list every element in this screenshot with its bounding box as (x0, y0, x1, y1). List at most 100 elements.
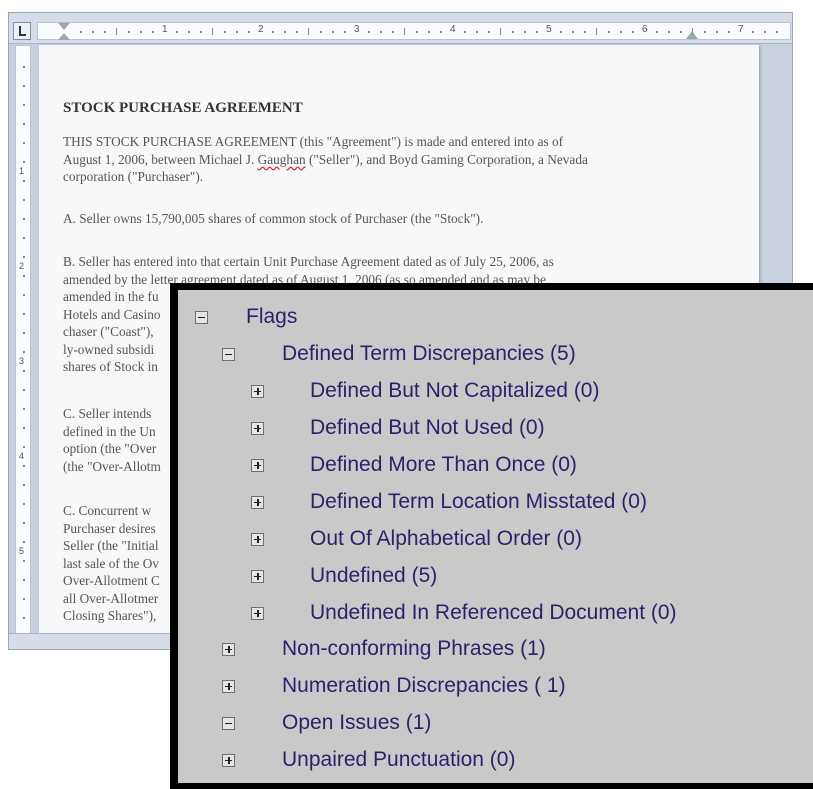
ruler-tick (23, 617, 25, 619)
ruler-tick (320, 31, 322, 33)
tree-node-flags[interactable]: Flags (195, 302, 297, 332)
horizontal-ruler[interactable]: 1 2 3 4 5 6 7 (37, 22, 791, 40)
ruler-tick (92, 31, 94, 33)
ruler-tick (152, 31, 154, 33)
tree-node-label: Defined But Not Used (0) (310, 416, 545, 439)
tree-node-label: Unpaired Punctuation (0) (282, 748, 516, 771)
ruler-tick (23, 180, 25, 182)
ruler-tick (23, 370, 25, 372)
paragraph-line: THIS STOCK PURCHASE AGREEMENT (this "Agr… (63, 134, 564, 149)
flags-panel-frame: Flags Defined Term Discrepancies (5) Def… (170, 283, 813, 789)
ruler-tick (212, 28, 213, 35)
vertical-ruler-number: 3 (19, 356, 25, 366)
ruler-tick (380, 31, 382, 33)
collapse-icon[interactable] (195, 310, 208, 324)
tree-node-non-conforming-phrases[interactable]: Non-conforming Phrases (1) (222, 634, 546, 664)
ruler-tick (464, 31, 466, 33)
ruler-tick (140, 31, 142, 33)
paragraph-line: B. Seller has entered into that certain … (63, 254, 554, 269)
tree-node-undefined-in-referenced-document[interactable]: Undefined In Referenced Document (0) (251, 598, 677, 628)
tree-node-label: Defined But Not Capitalized (0) (310, 379, 600, 402)
ruler-tick (23, 351, 25, 353)
tree-node-defined-but-not-capitalized[interactable]: Defined But Not Capitalized (0) (251, 376, 599, 406)
expand-icon[interactable] (222, 642, 235, 656)
hanging-indent-marker[interactable] (58, 33, 70, 40)
expand-icon[interactable] (251, 532, 264, 546)
tree-node-label: Undefined In Referenced Document (0) (310, 601, 677, 624)
ruler-tick (23, 484, 25, 486)
ruler-tick (23, 142, 25, 144)
ruler-tick (440, 31, 442, 33)
ruler-tick (752, 31, 754, 33)
text-run: August 1, 2006, between Michael J. (63, 151, 258, 167)
expand-icon[interactable] (222, 679, 235, 693)
first-line-indent-marker[interactable] (58, 23, 70, 30)
ruler-tick (368, 31, 370, 33)
ruler-tick (200, 31, 202, 33)
tree-node-label: Numeration Discrepancies ( 1) (282, 674, 566, 697)
tree-node-unpaired-punctuation[interactable]: Unpaired Punctuation (0) (222, 745, 515, 775)
ruler-tick (596, 28, 597, 35)
ruler-tick (716, 31, 718, 33)
ruler-tick (23, 85, 25, 87)
ruler-tick (23, 294, 25, 296)
ruler-tick (23, 465, 25, 467)
tree-node-defined-more-than-once[interactable]: Defined More Than Once (0) (251, 450, 577, 480)
ruler-tick (344, 31, 346, 33)
expand-icon[interactable] (251, 384, 264, 398)
ruler-tick (620, 31, 622, 33)
tree-node-label: Undefined (5) (310, 564, 438, 587)
ruler-number: 5 (546, 24, 552, 35)
ruler-tick (776, 31, 778, 33)
ruler-tick (404, 28, 405, 35)
ruler-tick (23, 389, 25, 391)
ruler-tick (188, 31, 190, 33)
expand-icon[interactable] (251, 569, 264, 583)
collapse-icon[interactable] (222, 347, 235, 361)
ruler-tick (584, 31, 586, 33)
ruler-tick (23, 408, 25, 410)
ruler-tick (104, 31, 106, 33)
ruler-tick (23, 446, 25, 448)
ruler-tick (23, 256, 25, 258)
tree-node-defined-term-discrepancies[interactable]: Defined Term Discrepancies (5) (222, 339, 576, 369)
ruler-tick (23, 237, 25, 239)
ruler-tick (224, 31, 226, 33)
expand-icon[interactable] (222, 753, 235, 767)
paragraph-intro: THIS STOCK PURCHASE AGREEMENT (this "Agr… (63, 133, 723, 186)
ruler-tick (704, 31, 706, 33)
tree-node-out-of-alphabetical-order[interactable]: Out Of Alphabetical Order (0) (251, 524, 582, 554)
expand-icon[interactable] (251, 495, 264, 509)
ruler-tick (476, 31, 478, 33)
ruler-tick (416, 31, 418, 33)
expand-icon[interactable] (251, 421, 264, 435)
ruler-tick (572, 31, 574, 33)
tree-node-open-issues[interactable]: Open Issues (1) (222, 708, 431, 738)
tree-node-numeration-discrepancies[interactable]: Numeration Discrepancies ( 1) (222, 671, 566, 701)
misspelled-word[interactable]: Gaughan (258, 152, 306, 167)
ruler-tick (23, 427, 25, 429)
ruler-number: 7 (738, 24, 744, 35)
tab-selector-button[interactable] (13, 22, 31, 40)
ruler-tick (296, 31, 298, 33)
collapse-icon[interactable] (222, 716, 235, 730)
ruler-tick (116, 28, 117, 35)
expand-icon[interactable] (251, 458, 264, 472)
text-run: ("Seller"), and Boyd Gaming Corporation,… (305, 151, 588, 167)
tree-node-label: Defined Term Discrepancies (5) (282, 342, 576, 365)
vertical-ruler-number: 1 (19, 166, 25, 176)
tree-node-defined-term-location-misstated[interactable]: Defined Term Location Misstated (0) (251, 487, 647, 517)
tree-node-label: Non-conforming Phrases (1) (282, 637, 546, 660)
ruler-tick (764, 31, 766, 33)
ruler-number: 2 (258, 24, 264, 35)
tree-node-undefined[interactable]: Undefined (5) (251, 561, 437, 591)
ruler-tick (23, 199, 25, 201)
ruler-tick (23, 218, 25, 220)
ruler-tick (392, 31, 394, 33)
ruler-tick (272, 31, 274, 33)
ruler-number: 4 (450, 24, 456, 35)
ruler-tick (23, 161, 25, 163)
expand-icon[interactable] (251, 606, 264, 620)
tree-node-defined-but-not-used[interactable]: Defined But Not Used (0) (251, 413, 545, 443)
tree-node-label: Out Of Alphabetical Order (0) (310, 527, 582, 550)
